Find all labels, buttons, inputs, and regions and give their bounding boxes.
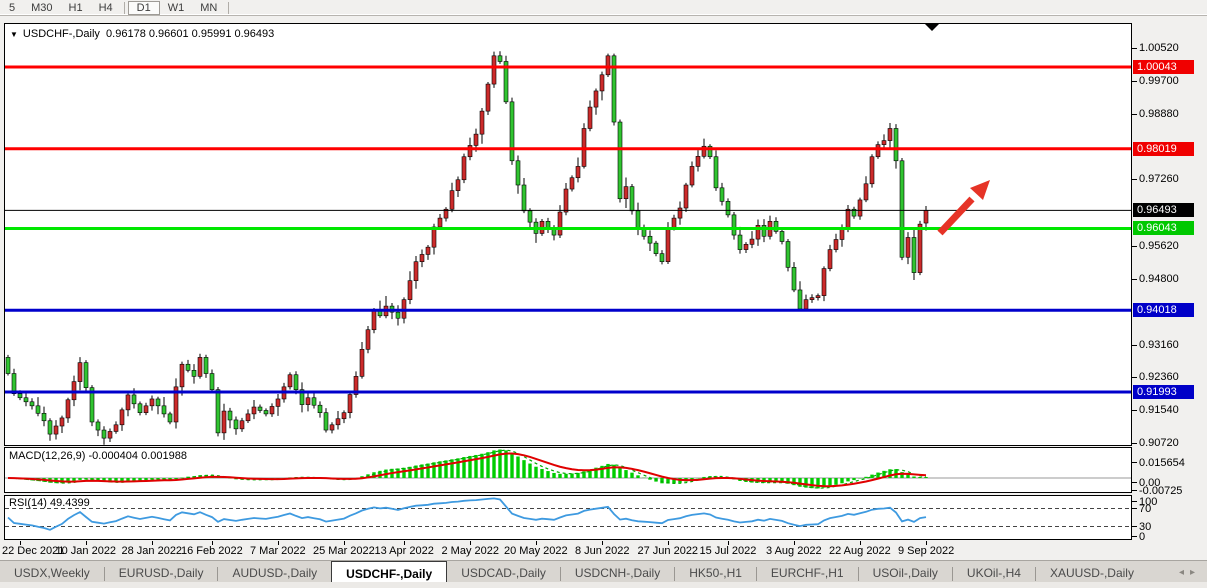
date-label: 10 Jan 2022 [56,545,117,557]
price-line-badge: 0.96043 [1133,221,1194,235]
macd-axis-tick [1132,490,1137,491]
price-tick [1132,179,1137,180]
price-tick [1132,81,1137,82]
price-tick [1132,410,1137,411]
price-tick [1132,443,1137,444]
timeframe-button-h1[interactable]: H1 [61,1,91,15]
date-label: 2 May 2022 [442,545,499,557]
tab-scroll-right-icon[interactable]: ▸ [1190,567,1201,578]
timeframe-button-5[interactable]: 5 [1,1,23,15]
chart-title: ▼ USDCHF-,Daily 0.96178 0.96601 0.95991 0… [10,28,274,40]
price-tick-label: 0.92360 [1139,371,1179,383]
price-tick [1132,246,1137,247]
toolbar-separator [124,2,125,14]
date-label: 16 Feb 2022 [181,545,243,557]
rsi-panel[interactable] [4,495,1132,540]
timeframe-toolbar: 5M30H1H4 D1W1MN [0,0,1207,16]
rsi-axis-tick [1132,508,1137,509]
rsi-axis-tick [1132,536,1137,537]
price-tick-label: 1.00520 [1139,42,1179,54]
date-label: 25 Mar 2022 [313,545,375,557]
tab-bar-lower-strip [0,582,1207,588]
date-label: 28 Jan 2022 [122,545,183,557]
price-tick [1132,345,1137,346]
macd-axis-label: 0.015654 [1139,457,1185,469]
date-label: 8 Jun 2022 [575,545,629,557]
rsi-value: 49.4399 [50,497,90,509]
date-label: 27 Jun 2022 [638,545,699,557]
price-tick [1132,114,1137,115]
chart-symbol-period: USDCHF-,Daily [23,28,100,40]
price-tick-label: 0.90720 [1139,437,1179,449]
price-tick [1132,377,1137,378]
date-label: 9 Sep 2022 [898,545,954,557]
macd-value-1: -0.000404 [88,450,138,462]
rsi-indicator-label: RSI(14) 49.4399 [9,497,90,509]
timeframe-button-d1[interactable]: D1 [128,1,160,15]
date-label: 7 Mar 2022 [250,545,306,557]
timeframe-button-m30[interactable]: M30 [23,1,60,15]
price-tick-label: 0.99700 [1139,75,1179,87]
time-scale[interactable]: 22 Dec 202110 Jan 202228 Jan 202216 Feb … [0,541,1207,560]
rsi-axis-label: 70 [1139,503,1151,515]
price-tick-label: 0.98880 [1139,108,1179,120]
terminal-window: 5M30H1H4 D1W1MN ▼ USDCHF-,Daily 0.96178 0.… [0,0,1207,588]
price-line-badge: 1.00043 [1133,60,1194,74]
timeframe-button-h4[interactable]: H4 [91,1,121,15]
macd-indicator-label: MACD(12,26,9) -0.000404 0.001988 [9,450,187,462]
date-label: 22 Aug 2022 [829,545,891,557]
rsi-axis-tick [1132,526,1137,527]
tab-scroll-left-icon[interactable]: ◂ [1179,567,1190,578]
date-label: 3 Aug 2022 [766,545,822,557]
tab-scroll-arrows[interactable]: ◂▸ [1179,567,1201,578]
price-tick [1132,48,1137,49]
date-label: 13 Apr 2022 [375,545,434,557]
price-tick-label: 0.97260 [1139,173,1179,185]
timeframe-button-mn[interactable]: MN [192,1,225,15]
macd-axis-tick [1132,482,1137,483]
price-tick-label: 0.93160 [1139,339,1179,351]
toolbar-separator [228,2,229,14]
price-line-badge: 0.91993 [1133,385,1194,399]
chart-dropdown-icon[interactable]: ▼ [10,30,18,39]
chart-ohlc-values: 0.96178 0.96601 0.95991 0.96493 [106,28,274,40]
macd-name: MACD(12,26,9) [9,450,85,462]
price-line-badge: 0.98019 [1133,142,1194,156]
price-line-badge: 0.94018 [1133,303,1194,317]
price-line-badge: 0.96493 [1133,203,1194,217]
macd-value-2: 0.001988 [141,450,187,462]
price-tick-label: 0.95620 [1139,240,1179,252]
price-tick-label: 0.94800 [1139,273,1179,285]
price-tick [1132,279,1137,280]
timeframe-button-w1[interactable]: W1 [160,1,193,15]
date-label: 20 May 2022 [504,545,568,557]
macd-axis-tick [1132,462,1137,463]
price-tick-label: 0.91540 [1139,404,1179,416]
price-chart-panel[interactable] [4,23,1132,446]
date-label: 15 Jul 2022 [700,545,757,557]
rsi-name: RSI(14) [9,497,47,509]
rsi-axis-tick [1132,501,1137,502]
